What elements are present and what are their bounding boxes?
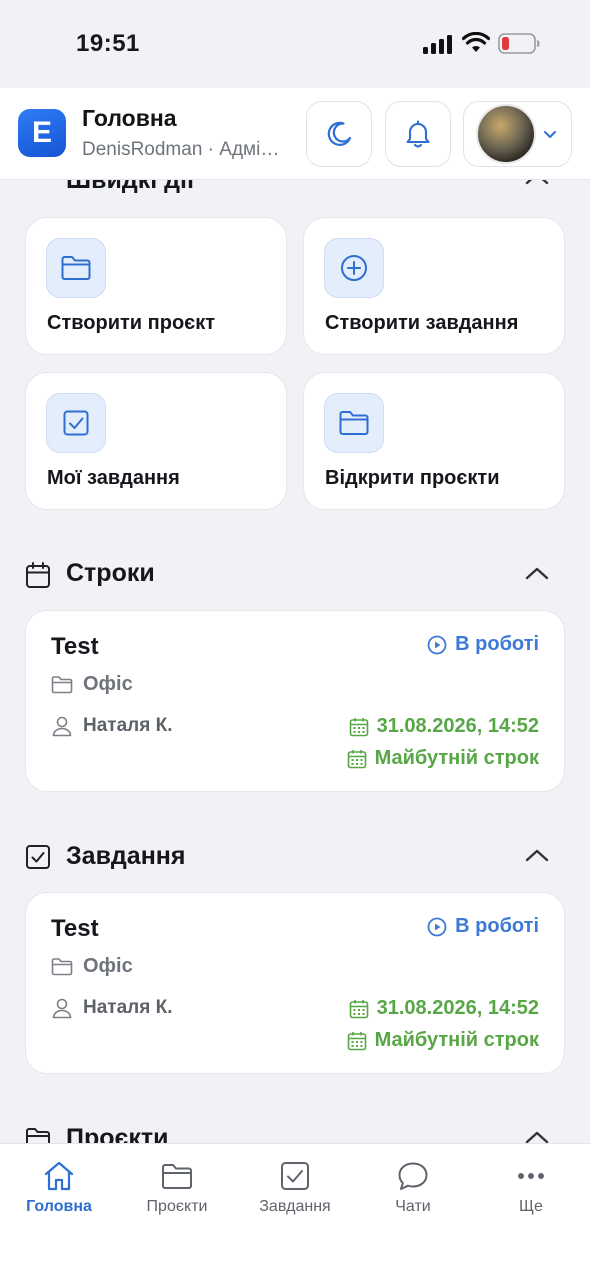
task-assignee: Наталя К. — [51, 715, 172, 737]
page-title: Головна — [82, 105, 177, 131]
folder-icon — [26, 1128, 50, 1143]
task-due-label: Майбутній строк — [347, 1029, 539, 1052]
folder-icon — [51, 958, 73, 976]
app-header: E Головна DenisRodman · Адміністратор — [0, 88, 590, 180]
folder-icon — [46, 238, 106, 298]
projects-title: Проєкти — [66, 1124, 169, 1143]
tab-chats[interactable]: Чати — [354, 1160, 472, 1216]
quick-action-open-projects[interactable]: Відкрити проєкти — [303, 372, 565, 510]
profile-menu-button[interactable] — [463, 101, 572, 167]
quick-action-create-task[interactable]: Створити завдання — [303, 217, 565, 355]
quick-action-label: Створити проєкт — [47, 312, 216, 334]
chevron-up-icon[interactable] — [524, 1129, 550, 1143]
checkbox-icon — [281, 1162, 309, 1190]
status-label: В роботі — [455, 915, 539, 937]
moon-icon — [327, 121, 352, 146]
quick-action-label: Відкрити проєкти — [325, 467, 500, 489]
tab-label: Проєкти — [146, 1198, 208, 1215]
main-content[interactable]: Швидкі дії Створити проєкт Створити завд… — [0, 180, 590, 1143]
status-time: 19:51 — [76, 30, 140, 57]
user-icon — [52, 998, 72, 1019]
folder-icon — [324, 393, 384, 453]
tab-more[interactable]: Ще — [472, 1160, 590, 1216]
deadlines-title: Строки — [66, 559, 155, 587]
status-badge: В роботі — [427, 633, 539, 656]
wifi-icon — [462, 32, 490, 52]
calendar-grid-icon — [349, 717, 368, 736]
task-assignee: Наталя К. — [51, 997, 172, 1019]
home-icon — [44, 1161, 74, 1191]
task-card[interactable]: Test В роботі Офіс Наталя К. 31.08.2026,… — [25, 892, 565, 1074]
calendar-grid-icon — [347, 1031, 366, 1050]
calendar-grid-icon — [347, 749, 366, 768]
assignee-name: Наталя К. — [83, 997, 173, 1018]
task-due-label: Майбутній строк — [347, 747, 539, 770]
status-badge: В роботі — [427, 915, 539, 938]
chevron-down-icon — [544, 131, 556, 138]
chat-bubble-icon — [398, 1162, 428, 1190]
app-logo[interactable]: E — [18, 109, 66, 157]
tab-label: Ще — [519, 1198, 543, 1215]
plus-circle-icon — [324, 238, 384, 298]
battery-icon — [498, 33, 540, 54]
task-title: Test — [51, 915, 99, 942]
chevron-up-icon[interactable] — [524, 847, 550, 865]
bottom-tab-bar: Головна Проєкти Завдання Чати Ще — [0, 1143, 590, 1280]
tab-projects[interactable]: Проєкти — [118, 1160, 236, 1216]
calendar-icon — [26, 562, 50, 588]
due-date-value: 31.08.2026, 14:52 — [376, 715, 539, 737]
calendar-grid-icon — [349, 999, 368, 1018]
task-project: Офіс — [51, 955, 133, 978]
quick-action-create-project[interactable]: Створити проєкт — [25, 217, 287, 355]
user-icon — [52, 716, 72, 737]
notifications-button[interactable] — [385, 101, 451, 167]
tab-label: Головна — [26, 1198, 92, 1215]
project-name: Офіс — [83, 673, 133, 695]
tasks-title: Завдання — [66, 842, 186, 870]
tab-home[interactable]: Головна — [0, 1160, 118, 1216]
bell-icon — [406, 120, 430, 148]
chevron-up-icon[interactable] — [524, 565, 550, 583]
play-circle-icon — [427, 635, 447, 654]
folder-icon — [51, 676, 73, 694]
tab-tasks[interactable]: Завдання — [236, 1160, 354, 1216]
task-title: Test — [51, 633, 99, 660]
chevron-up-icon[interactable] — [524, 180, 550, 188]
task-due-date: 31.08.2026, 14:52 — [349, 997, 539, 1020]
due-label-text: Майбутній строк — [374, 747, 539, 769]
checkbox-icon — [26, 845, 50, 869]
tab-label: Чати — [395, 1198, 431, 1215]
play-circle-icon — [427, 917, 447, 936]
more-dots-icon — [518, 1173, 544, 1179]
due-date-value: 31.08.2026, 14:52 — [376, 997, 539, 1019]
avatar — [476, 104, 536, 164]
task-project: Офіс — [51, 673, 133, 696]
due-label-text: Майбутній строк — [374, 1029, 539, 1051]
quick-actions-title: Швидкі дії — [66, 180, 194, 194]
quick-action-my-tasks[interactable]: Мої завдання — [25, 372, 287, 510]
checkbox-icon — [46, 393, 106, 453]
quick-action-label: Створити завдання — [325, 312, 519, 334]
tab-label: Завдання — [259, 1198, 331, 1215]
status-label: В роботі — [455, 633, 539, 655]
cellular-signal-icon — [423, 34, 453, 54]
assignee-name: Наталя К. — [83, 715, 173, 736]
theme-toggle-button[interactable] — [306, 101, 372, 167]
quick-action-label: Мої завдання — [47, 467, 180, 489]
status-bar: 19:51 — [0, 0, 590, 88]
folder-icon — [162, 1164, 192, 1189]
project-name: Офіс — [83, 955, 133, 977]
deadline-task-card[interactable]: Test В роботі Офіс Наталя К. 31.08.2026,… — [25, 610, 565, 792]
user-role-subtitle: DenisRodman · Адміністратор — [82, 139, 287, 160]
task-due-date: 31.08.2026, 14:52 — [349, 715, 539, 738]
